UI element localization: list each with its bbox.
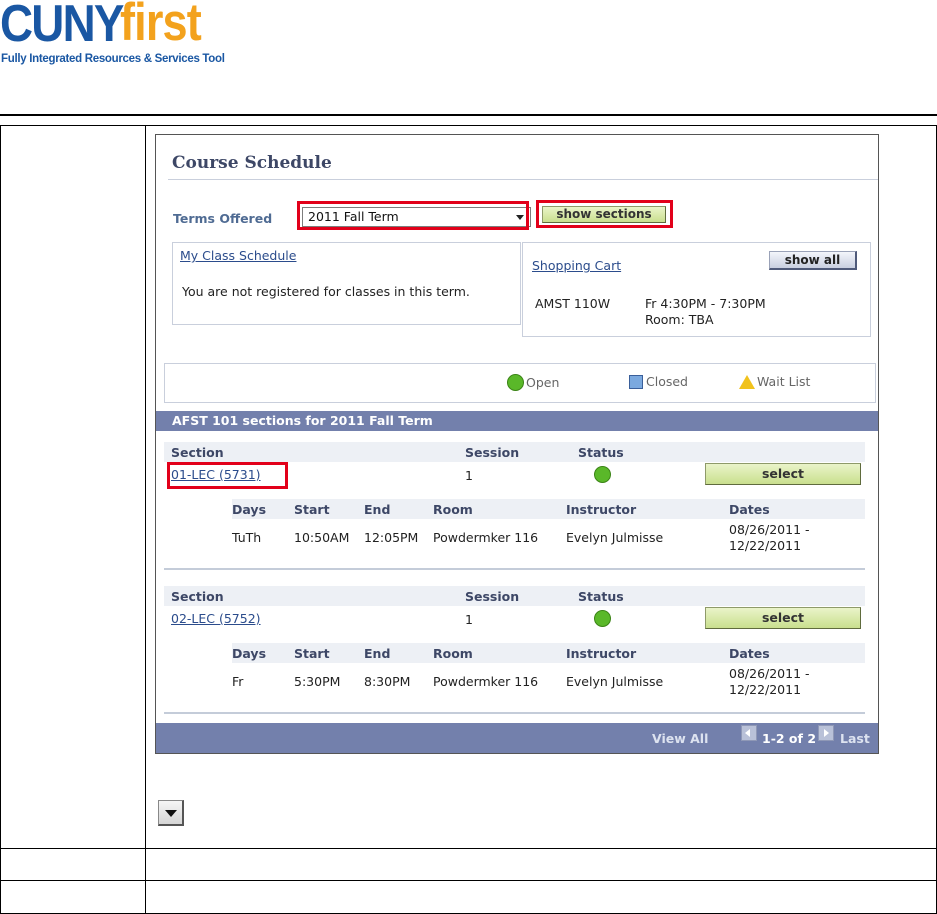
meeting-room: Powdermker 116: [433, 674, 539, 689]
select-button[interactable]: select: [705, 607, 861, 629]
section-block: Section Session Status 01-LEC (5731) 1 s…: [164, 442, 865, 572]
cunyfirst-logo: CUNY first Fully Integrated Resources & …: [0, 0, 240, 70]
highlight-box: [536, 200, 673, 228]
not-registered-message: You are not registered for classes in th…: [182, 284, 470, 299]
col-start: Start: [294, 502, 330, 517]
meeting-room: Powdermker 116: [433, 530, 539, 545]
open-status-icon: [594, 466, 611, 483]
view-all-link[interactable]: View All: [652, 731, 708, 746]
col-days: Days: [232, 502, 267, 517]
closed-status-icon: [629, 374, 643, 389]
col-end: End: [364, 646, 391, 661]
section-divider: [164, 712, 865, 714]
meeting-days: Fr: [232, 674, 244, 689]
previous-icon[interactable]: [741, 725, 757, 741]
sections-header: AFST 101 sections for 2011 Fall Term: [156, 411, 878, 431]
section-session: 1: [465, 612, 473, 627]
highlight-box: [167, 462, 288, 489]
col-days: Days: [232, 646, 267, 661]
shopping-cart-link[interactable]: Shopping Cart: [532, 258, 621, 273]
table-row-divider: [0, 880, 937, 881]
wait-list-icon: [739, 374, 755, 389]
meeting-instructor: Evelyn Julmisse: [566, 530, 664, 545]
col-end: End: [364, 502, 391, 517]
pagination-footer: View All 1-2 of 2 Last: [156, 723, 878, 753]
last-link[interactable]: Last: [840, 731, 870, 746]
terms-offered-label: Terms Offered: [173, 211, 273, 226]
col-room: Room: [433, 646, 473, 661]
section-link[interactable]: 02-LEC (5752): [171, 611, 261, 626]
logo-tagline: Fully Integrated Resources & Services To…: [1, 53, 225, 65]
open-status-icon: [507, 374, 524, 391]
col-start: Start: [294, 646, 330, 661]
col-section: Section: [171, 445, 224, 460]
section-block: Section Session Status 02-LEC (5752) 1 s…: [164, 586, 865, 716]
col-dates: Dates: [729, 646, 770, 661]
legend-open-label: Open: [526, 375, 560, 390]
section-header-row: Section Session Status: [164, 442, 865, 462]
cart-time: Fr 4:30PM - 7:30PM: [645, 296, 766, 311]
legend-wait-list-label: Wait List: [757, 374, 811, 389]
page-title: Course Schedule: [172, 153, 332, 173]
title-divider: [168, 179, 878, 180]
legend-wait-list: Wait List: [739, 374, 810, 389]
logo-first: first: [120, 0, 202, 52]
page-count: 1-2 of 2: [762, 731, 817, 746]
meeting-end: 8:30PM: [364, 674, 411, 689]
meeting-dates-end: 12/22/2011: [729, 682, 802, 697]
legend-closed: Closed: [629, 374, 688, 389]
header-divider: [0, 114, 937, 116]
legend-open: Open: [507, 374, 559, 391]
meeting-end: 12:05PM: [364, 530, 419, 545]
show-all-button[interactable]: show all: [769, 251, 857, 270]
section-session: 1: [465, 468, 473, 483]
next-icon[interactable]: [818, 725, 834, 741]
my-class-schedule-link[interactable]: My Class Schedule: [180, 248, 296, 263]
col-session: Session: [465, 445, 520, 460]
cart-room: Room: TBA: [645, 312, 714, 327]
section-header-row: Section Session Status: [164, 586, 865, 606]
col-section: Section: [171, 589, 224, 604]
meeting-start: 5:30PM: [294, 674, 341, 689]
select-button[interactable]: select: [705, 463, 861, 485]
meeting-header-row: Days Start End Room Instructor Dates: [232, 499, 865, 519]
dropdown-arrow-icon: [158, 800, 184, 826]
open-status-icon: [594, 610, 611, 627]
col-status: Status: [578, 589, 624, 604]
col-room: Room: [433, 502, 473, 517]
logo-cuny: CUNY: [0, 0, 124, 53]
col-dates: Dates: [729, 502, 770, 517]
shopping-cart-panel: Shopping Cart show all AMST 110W Fr 4:30…: [522, 242, 871, 337]
table-row-divider: [0, 848, 937, 849]
meeting-header-row: Days Start End Room Instructor Dates: [232, 643, 865, 663]
meeting-days: TuTh: [232, 530, 262, 545]
col-instructor: Instructor: [566, 502, 637, 517]
highlight-box: [297, 201, 529, 230]
meeting-instructor: Evelyn Julmisse: [566, 674, 664, 689]
course-schedule-screenshot: Course Schedule Terms Offered 2011 Fall …: [155, 134, 879, 754]
section-divider: [164, 568, 865, 570]
my-class-schedule-panel: My Class Schedule You are not registered…: [172, 242, 521, 325]
meeting-start: 10:50AM: [294, 530, 350, 545]
legend-closed-label: Closed: [646, 374, 688, 389]
col-session: Session: [465, 589, 520, 604]
meeting-dates-end: 12/22/2011: [729, 538, 802, 553]
meeting-dates-start: 08/26/2011 -: [729, 666, 810, 681]
cart-course: AMST 110W: [535, 296, 611, 311]
col-instructor: Instructor: [566, 646, 637, 661]
meeting-dates-start: 08/26/2011 -: [729, 522, 810, 537]
table-column-divider: [145, 125, 146, 914]
col-status: Status: [578, 445, 624, 460]
status-legend: Open Closed Wait List: [164, 363, 876, 403]
